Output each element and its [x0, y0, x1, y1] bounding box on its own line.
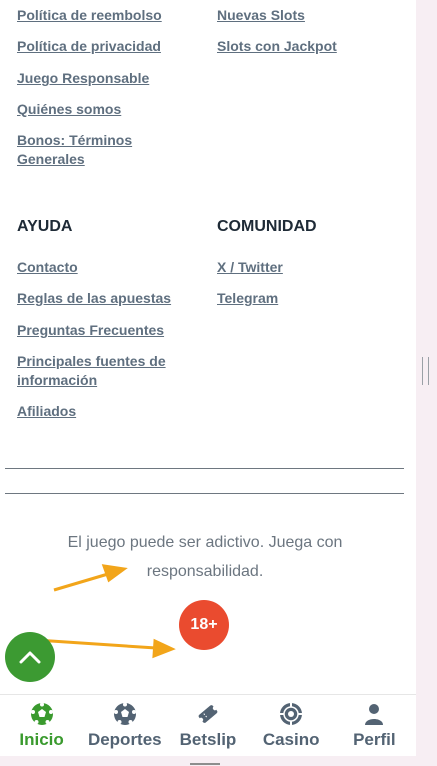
chevron-up-icon	[19, 651, 41, 664]
nav-item-inicio[interactable]: Inicio	[0, 695, 83, 757]
link-betting-rules[interactable]: Reglas de las apuestas	[17, 289, 207, 308]
user-icon	[361, 701, 387, 727]
link-main-sources[interactable]: Principales fuentes de información	[17, 352, 177, 390]
link-contact[interactable]: Contacto	[17, 258, 202, 277]
nav-item-deportes[interactable]: Deportes	[83, 695, 166, 757]
link-telegram[interactable]: Telegram	[217, 289, 402, 308]
nav-label: Inicio	[19, 730, 64, 749]
nav-item-betslip[interactable]: Betslip	[166, 695, 249, 757]
nav-label: Casino	[262, 730, 320, 749]
nav-item-casino[interactable]: Casino	[250, 695, 333, 757]
bottom-navigation: Inicio Deportes Betslip Casino Perfil	[0, 694, 416, 757]
responsible-gaming-notice: El juego puede ser adictivo. Juega con r…	[67, 534, 343, 580]
link-about-us[interactable]: Quiénes somos	[17, 100, 202, 119]
soccer-ball-icon	[29, 701, 55, 727]
scrollbar[interactable]	[416, 0, 437, 766]
link-privacy-policy[interactable]: Política de privacidad	[17, 37, 202, 56]
link-jackpot-slots[interactable]: Slots con Jackpot	[217, 37, 402, 56]
sports-ball-icon	[112, 701, 138, 727]
link-bonus-terms[interactable]: Bonos: Términos Generales	[17, 131, 147, 169]
age-restriction-badge: 18+	[179, 600, 229, 650]
link-responsible-gaming[interactable]: Juego Responsable	[17, 69, 202, 88]
divider	[5, 493, 404, 494]
scroll-to-top-button[interactable]	[5, 632, 55, 682]
nav-label: Deportes	[87, 730, 162, 749]
divider	[5, 468, 404, 469]
nav-label: Betslip	[179, 730, 237, 749]
scrollbar-grip[interactable]	[422, 357, 429, 385]
nav-item-perfil[interactable]: Perfil	[333, 695, 416, 757]
home-indicator	[190, 763, 220, 765]
link-affiliates[interactable]: Afiliados	[17, 402, 202, 421]
link-refund-policy[interactable]: Política de reembolso	[17, 6, 202, 25]
nav-label: Perfil	[353, 730, 396, 749]
link-new-slots[interactable]: Nuevas Slots	[217, 6, 402, 25]
annotation-arrow	[35, 638, 176, 659]
community-heading: COMUNIDAD	[217, 218, 317, 235]
link-twitter[interactable]: X / Twitter	[217, 258, 402, 277]
ticket-icon	[195, 701, 221, 727]
page: Política de reembolso Política de privac…	[0, 0, 416, 766]
link-faq[interactable]: Preguntas Frecuentes	[17, 321, 207, 340]
casino-chip-icon	[278, 701, 304, 727]
help-heading: AYUDA	[17, 218, 73, 235]
